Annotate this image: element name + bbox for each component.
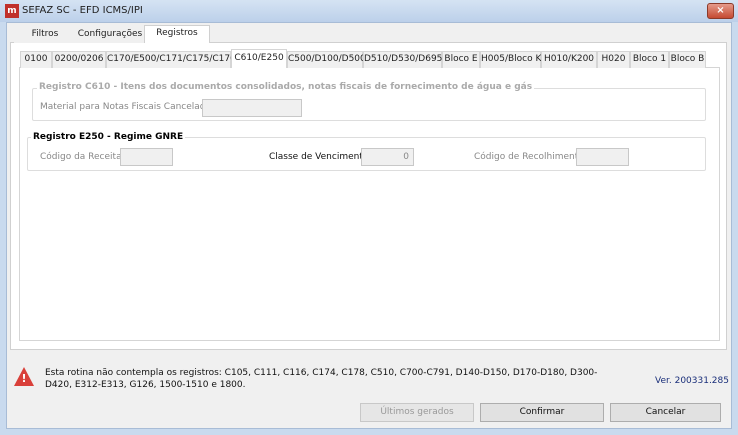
subtab-d510[interactable]: D510/D530/D695 xyxy=(363,51,442,68)
subtab-bloco-b[interactable]: Bloco B xyxy=(669,51,706,68)
subtab-c500[interactable]: C500/D100/D500 xyxy=(287,51,366,68)
codigo-recolhimento-input[interactable] xyxy=(576,148,629,166)
subtab-c170[interactable]: C170/E500/C171/C175/C176 xyxy=(106,51,236,68)
codigo-recolhimento-label: Código de Recolhimento xyxy=(474,152,584,162)
subtab-h010[interactable]: H010/K200 xyxy=(541,51,597,68)
classe-vencimento-input[interactable]: 0 xyxy=(361,148,414,166)
cancelar-button[interactable]: Cancelar xyxy=(610,403,721,422)
material-label: Material para Notas Fiscais Canceladas xyxy=(40,102,216,112)
version-label: Ver. 200331.285 xyxy=(655,376,729,386)
sefaz-logo-icon: m xyxy=(5,4,19,18)
confirmar-button[interactable]: Confirmar xyxy=(480,403,604,422)
subtab-h020[interactable]: H020 xyxy=(597,51,630,68)
subtab-bloco-1[interactable]: Bloco 1 xyxy=(630,51,669,68)
notice-text: Esta rotina não contempla os registros: … xyxy=(45,368,598,390)
window-title: SEFAZ SC - EFD ICMS/IPI xyxy=(22,5,143,16)
material-input[interactable] xyxy=(202,99,302,117)
tab-filtros[interactable]: Filtros xyxy=(14,27,76,43)
codigo-receita-input[interactable] xyxy=(120,148,173,166)
close-button[interactable]: × xyxy=(707,3,734,19)
warning-icon-mark: ! xyxy=(21,372,27,385)
subtab-c610-e250[interactable]: C610/E250 xyxy=(231,49,287,68)
codigo-receita-label: Código da Receita xyxy=(40,152,122,162)
subtab-0100[interactable]: 0100 xyxy=(20,51,52,68)
subtab-0200-0206[interactable]: 0200/0206 xyxy=(52,51,106,68)
ultimos-gerados-button[interactable]: Últimos gerados xyxy=(360,403,474,422)
tab-configuracoes[interactable]: Configurações xyxy=(76,27,144,43)
subtab-bloco-e[interactable]: Bloco E xyxy=(442,51,480,68)
c610-group-title: Registro C610 - Itens dos documentos con… xyxy=(37,82,535,92)
tab-registros[interactable]: Registros xyxy=(144,25,210,43)
classe-vencimento-label: Classe de Vencimento xyxy=(269,152,369,162)
e250-group-title: Registro E250 - Regime GNRE xyxy=(31,132,186,142)
subtab-h005[interactable]: H005/Bloco K xyxy=(480,51,541,68)
